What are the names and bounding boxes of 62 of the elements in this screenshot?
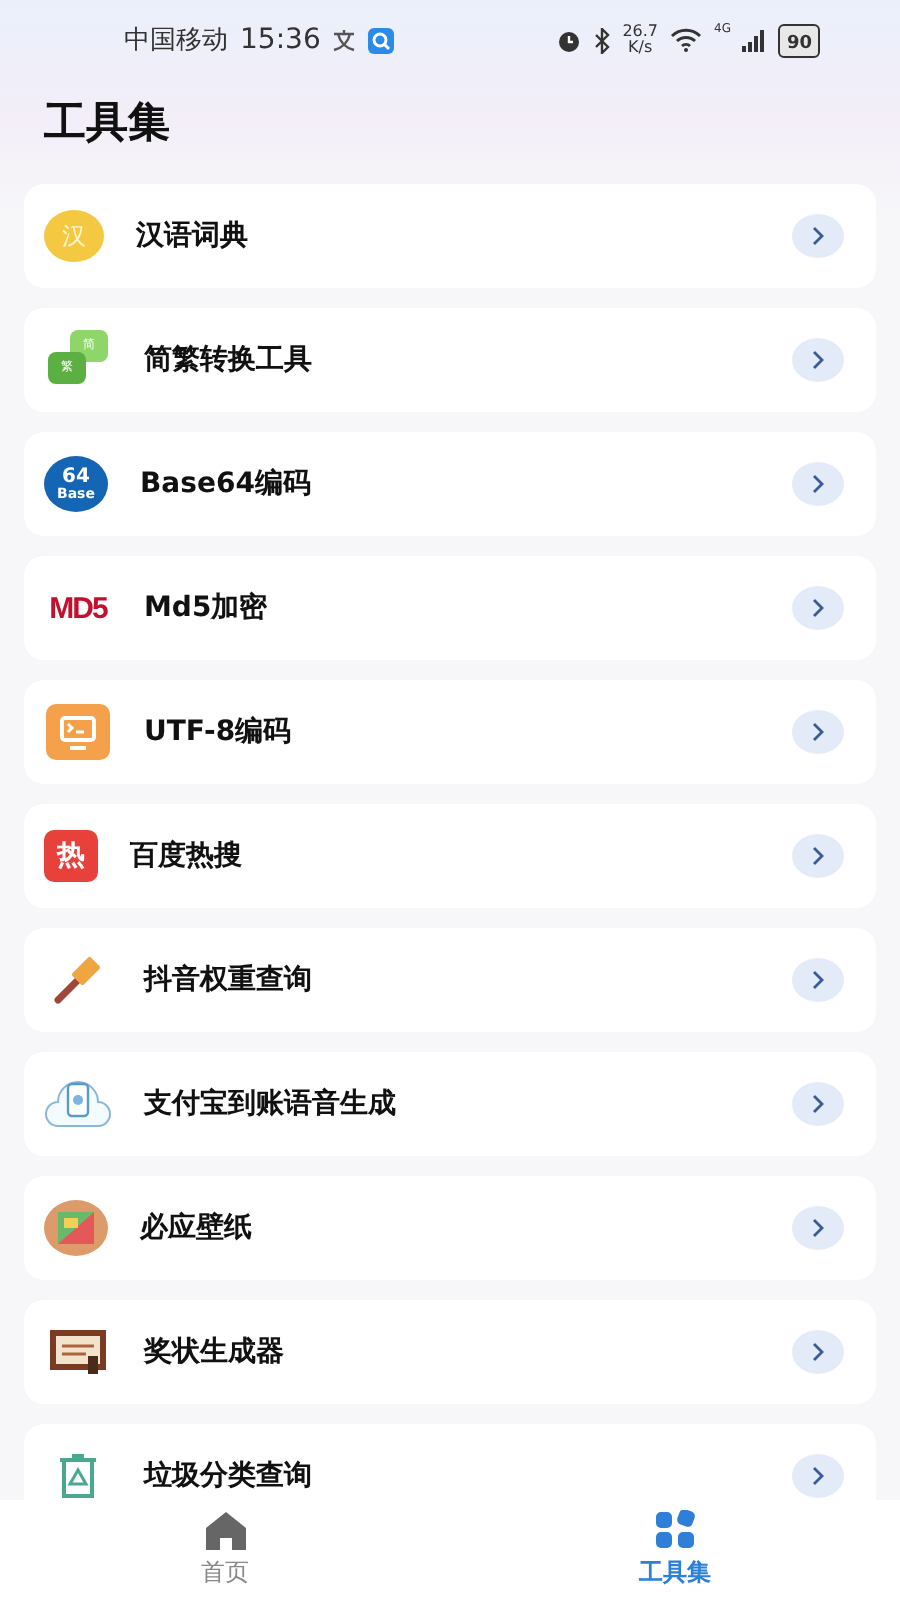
chevron-button[interactable] xyxy=(792,214,844,258)
tool-label: 垃圾分类查询 xyxy=(144,1458,314,1494)
battery-indicator: 90 xyxy=(778,23,820,57)
wifi-icon xyxy=(670,28,702,52)
wallpaper-icon xyxy=(44,1200,108,1256)
chevron-button[interactable] xyxy=(792,834,844,878)
tool-card[interactable]: 热 百度热搜 xyxy=(24,804,876,908)
tool-label: UTF-8编码 xyxy=(144,714,294,750)
md5-icon: MD5 xyxy=(44,578,112,638)
chevron-button[interactable] xyxy=(792,958,844,1002)
tool-label: 简繁转换工具 xyxy=(144,342,314,378)
chevron-button[interactable] xyxy=(792,338,844,382)
chevron-button[interactable] xyxy=(792,1206,844,1250)
tool-card[interactable]: 必应壁纸 xyxy=(24,1176,876,1280)
chevron-icon xyxy=(810,1218,826,1238)
chevron-icon xyxy=(810,1342,826,1362)
hot-icon: 热 xyxy=(44,830,98,882)
chevron-icon xyxy=(810,350,826,370)
network-speed: 26.7 K/s xyxy=(622,24,658,56)
chevron-icon xyxy=(810,474,826,494)
carrier-name: 中国移动 xyxy=(124,27,228,53)
tool-card[interactable]: 奖状生成器 xyxy=(24,1300,876,1404)
bluetooth-icon xyxy=(594,27,611,53)
monitor-icon xyxy=(44,702,112,762)
tool-label: 抖音权重查询 xyxy=(144,962,314,998)
translate-icon xyxy=(332,28,357,52)
chevron-button[interactable] xyxy=(792,710,844,754)
signal-icon xyxy=(742,29,767,51)
dictionary-icon: 汉 xyxy=(44,210,104,262)
tool-label: 百度热搜 xyxy=(130,838,244,874)
tool-card[interactable]: 垃圾分类查询 xyxy=(24,1424,876,1500)
tool-card[interactable]: 支付宝到账语音生成 xyxy=(24,1052,876,1156)
alarm-icon xyxy=(556,27,583,53)
tab-item[interactable]: 工具集 xyxy=(450,1500,900,1600)
tool-label: 奖状生成器 xyxy=(144,1334,286,1370)
grid-icon xyxy=(653,1510,697,1550)
chevron-button[interactable] xyxy=(792,1082,844,1126)
tool-card[interactable]: 汉 汉语词典 xyxy=(24,184,876,288)
chevron-icon xyxy=(810,598,826,618)
chevron-button[interactable] xyxy=(792,462,844,506)
chevron-button[interactable] xyxy=(792,1454,844,1498)
tool-label: Base64编码 xyxy=(140,466,313,502)
page-title: 工具集 xyxy=(44,96,172,150)
tool-card[interactable]: UTF-8编码 xyxy=(24,680,876,784)
tool-label: 必应壁纸 xyxy=(140,1210,254,1246)
search-icon xyxy=(368,27,395,53)
chevron-icon xyxy=(810,1094,826,1114)
chevron-button[interactable] xyxy=(792,586,844,630)
chevron-icon xyxy=(810,1466,826,1486)
chevron-icon xyxy=(810,846,826,866)
home-icon xyxy=(203,1510,247,1550)
tool-card[interactable]: MD5 Md5加密 xyxy=(24,556,876,660)
tool-label: 支付宝到账语音生成 xyxy=(144,1086,398,1122)
tab-item[interactable]: 首页 xyxy=(0,1500,450,1600)
chevron-button[interactable] xyxy=(792,1330,844,1374)
tool-label: 汉语词典 xyxy=(136,218,250,254)
clock-time: 15:36 xyxy=(240,26,321,54)
chevron-icon xyxy=(810,970,826,990)
tool-label: Md5加密 xyxy=(144,590,270,626)
tool-card[interactable]: 抖音权重查询 xyxy=(24,928,876,1032)
chevron-icon xyxy=(810,722,826,742)
chevron-icon xyxy=(810,226,826,246)
